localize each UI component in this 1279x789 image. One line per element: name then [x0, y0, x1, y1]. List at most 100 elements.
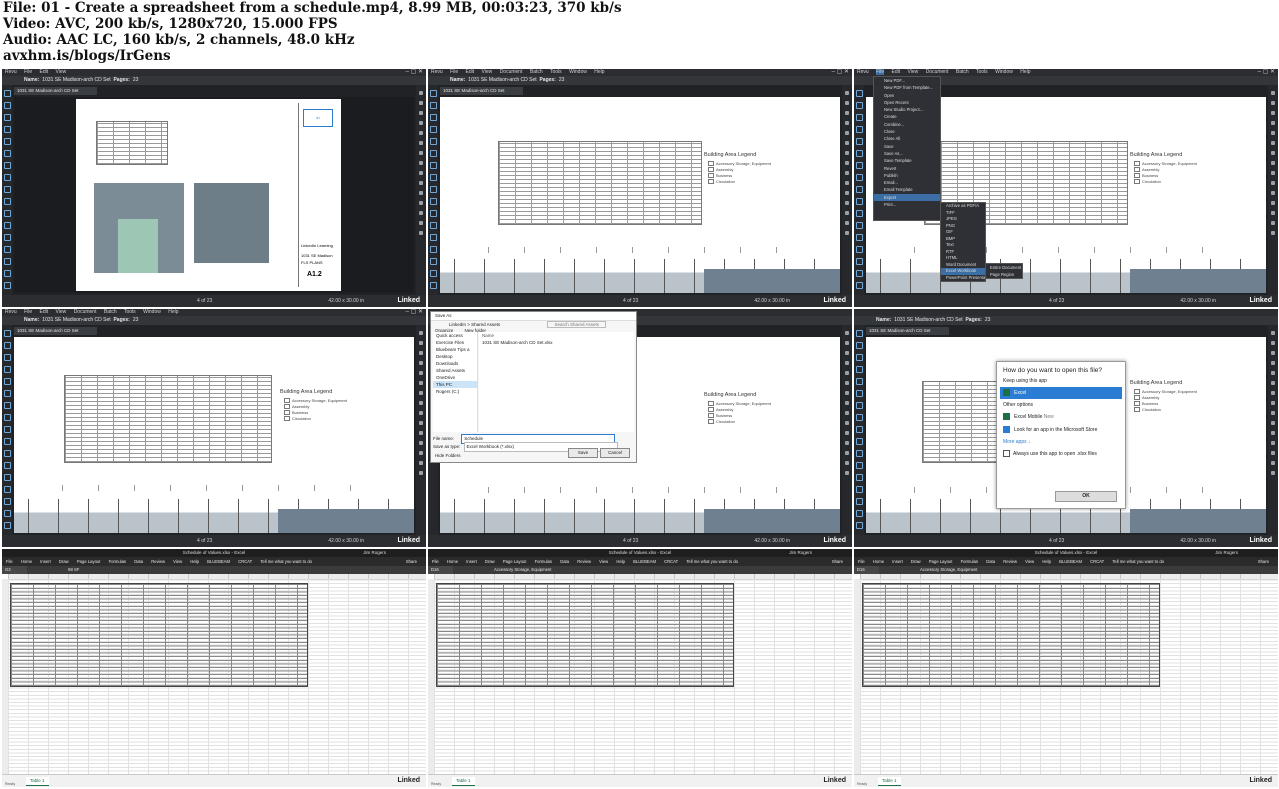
- tool-icon[interactable]: [419, 121, 423, 125]
- tool-icon[interactable]: [855, 414, 863, 421]
- window-controls[interactable]: – ▢ ✕: [406, 309, 423, 316]
- tool-icon[interactable]: [845, 361, 849, 365]
- sheet-tab[interactable]: Table 1: [878, 777, 901, 786]
- tool-icon[interactable]: [1271, 101, 1275, 105]
- tool-icon[interactable]: [419, 191, 423, 195]
- ribbon-tab-crcat[interactable]: CRCAT: [664, 559, 678, 564]
- window-controls[interactable]: – ▢ ✕: [406, 69, 423, 76]
- tool-icon[interactable]: [3, 126, 11, 133]
- menu-item-close[interactable]: Close: [874, 128, 940, 135]
- tool-icon[interactable]: [845, 341, 849, 345]
- page-indicator[interactable]: 4 of 23: [1049, 535, 1064, 547]
- tool-icon[interactable]: [845, 91, 849, 95]
- tool-icon[interactable]: [419, 221, 423, 225]
- page-indicator[interactable]: 4 of 23: [197, 295, 212, 307]
- tool-icon[interactable]: [855, 378, 863, 385]
- tool-icon[interactable]: [3, 102, 11, 109]
- name-box[interactable]: D16: [854, 566, 879, 574]
- nav-bluebeam-tips[interactable]: Bluebeam Tips a: [433, 346, 477, 353]
- tool-icon[interactable]: [1271, 471, 1275, 475]
- tool-icon[interactable]: [1271, 91, 1275, 95]
- imported-schedule-table[interactable]: [436, 583, 734, 687]
- tool-icon[interactable]: [3, 246, 11, 253]
- ribbon-tab-home[interactable]: Home: [447, 559, 458, 564]
- menu-tools[interactable]: Tools: [976, 69, 988, 75]
- sheet-tab[interactable]: Table 1: [452, 777, 475, 786]
- tool-icon[interactable]: [855, 462, 863, 469]
- tool-icon[interactable]: [429, 138, 437, 145]
- ribbon-tab-crcat[interactable]: CRCAT: [238, 559, 252, 564]
- tool-icon[interactable]: [419, 91, 423, 95]
- ribbon-tab-data[interactable]: Data: [986, 559, 995, 564]
- tool-icon[interactable]: [1271, 221, 1275, 225]
- tool-icon[interactable]: [3, 486, 11, 493]
- document-area[interactable]: in LinkedIn Learning 1031 SE Madison FLS…: [14, 97, 414, 293]
- tool-icon[interactable]: [855, 234, 863, 241]
- window-controls[interactable]: – ▢ ✕: [832, 69, 849, 76]
- tool-icon[interactable]: [855, 282, 863, 289]
- tool-icon[interactable]: [855, 126, 863, 133]
- column-name[interactable]: Name: [479, 332, 634, 339]
- tool-icon[interactable]: [3, 438, 11, 445]
- formula-input[interactable]: Accessory Storage, Equipment: [494, 567, 552, 572]
- tool-icon[interactable]: [1271, 151, 1275, 155]
- document-tab[interactable]: 1031 SE Madison-arch CD Set: [440, 87, 523, 95]
- menu-item-email[interactable]: Email...: [874, 179, 940, 186]
- tool-icon[interactable]: [1271, 191, 1275, 195]
- tool-icon[interactable]: [855, 198, 863, 205]
- menu-item-new-studio-project[interactable]: New Studio Project...: [874, 106, 940, 113]
- ribbon-tab-bluebeam[interactable]: BLUEBEAM: [207, 559, 230, 564]
- tool-icon[interactable]: [845, 101, 849, 105]
- tool-icon[interactable]: [419, 461, 423, 465]
- tool-icon[interactable]: [3, 522, 11, 529]
- menu-window[interactable]: Window: [569, 69, 587, 75]
- search-input[interactable]: Search Shared Assets: [547, 321, 606, 328]
- page-indicator[interactable]: 4 of 23: [623, 535, 638, 547]
- menu-file[interactable]: File: [450, 69, 458, 75]
- tool-icon[interactable]: [845, 201, 849, 205]
- tool-icon[interactable]: [419, 211, 423, 215]
- ribbon-tab-draw[interactable]: Draw: [485, 559, 495, 564]
- ribbon-tab-formulas[interactable]: Formulas: [535, 559, 552, 564]
- tool-icon[interactable]: [3, 162, 11, 169]
- tool-icon[interactable]: [855, 330, 863, 337]
- tool-icon[interactable]: [419, 151, 423, 155]
- menu-document[interactable]: Document: [926, 69, 949, 75]
- tool-icon[interactable]: [855, 450, 863, 457]
- tool-icon[interactable]: [845, 231, 849, 235]
- tool-icon[interactable]: [3, 390, 11, 397]
- export-entire-document[interactable]: Entire Document: [986, 264, 1022, 271]
- menu-edit[interactable]: Edit: [466, 69, 475, 75]
- ribbon-tab-review[interactable]: Review: [1003, 559, 1017, 564]
- tool-icon[interactable]: [419, 181, 423, 185]
- tool-icon[interactable]: [845, 471, 849, 475]
- tool-icon[interactable]: [1271, 121, 1275, 125]
- nav-rogers-c[interactable]: Rogers (C:): [433, 388, 477, 395]
- tool-icon[interactable]: [855, 402, 863, 409]
- ribbon-tab-crcat[interactable]: CRCAT: [1090, 559, 1104, 564]
- ribbon-tab-insert[interactable]: Insert: [40, 559, 50, 564]
- document-tab[interactable]: 1031 SE Madison-arch CD Set: [866, 327, 949, 335]
- window-controls[interactable]: – ▢ ✕: [1258, 69, 1275, 76]
- file-item[interactable]: 1031 SE Madison-arch CD Set.xlsx: [479, 339, 634, 346]
- tool-icon[interactable]: [845, 221, 849, 225]
- tool-icon[interactable]: [1271, 401, 1275, 405]
- tool-icon[interactable]: [429, 258, 437, 265]
- tool-icon[interactable]: [419, 201, 423, 205]
- tool-icon[interactable]: [855, 474, 863, 481]
- tool-icon[interactable]: [3, 414, 11, 421]
- menu-item-create[interactable]: Create: [874, 113, 940, 120]
- menu-window[interactable]: Window: [143, 309, 161, 315]
- page-indicator[interactable]: 4 of 23: [1049, 295, 1064, 307]
- tool-icon[interactable]: [419, 101, 423, 105]
- menu-edit[interactable]: Edit: [40, 309, 49, 315]
- ribbon-tab-page-layout[interactable]: Page Layout: [503, 559, 527, 564]
- tool-icon[interactable]: [855, 138, 863, 145]
- tool-icon[interactable]: [1271, 111, 1275, 115]
- menu-view[interactable]: View: [56, 309, 67, 315]
- tool-icon[interactable]: [419, 411, 423, 415]
- tool-icon[interactable]: [3, 270, 11, 277]
- menu-help[interactable]: Help: [1020, 69, 1030, 75]
- tool-icon[interactable]: [855, 114, 863, 121]
- tool-icon[interactable]: [3, 186, 11, 193]
